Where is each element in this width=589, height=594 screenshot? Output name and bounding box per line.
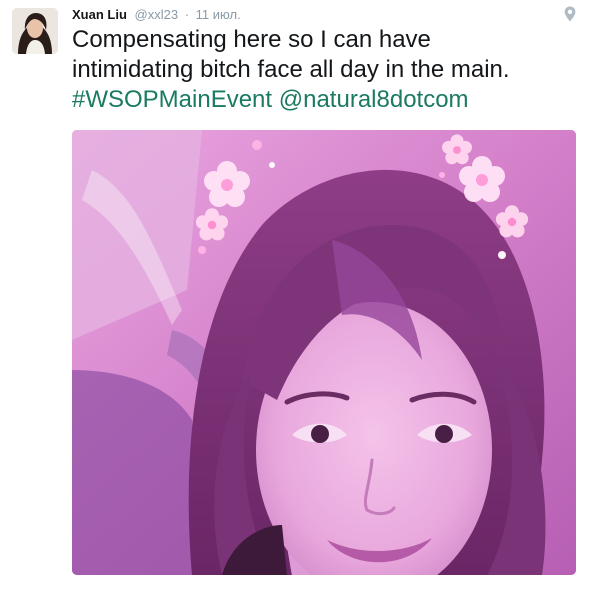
timestamp[interactable]: 11 июл.	[196, 7, 241, 22]
tweet-text-line-3: #WSOPMainEvent @natural8dotcom	[72, 85, 582, 115]
tweet-header: Xuan Liu @xxl23 · 11 июл.	[72, 6, 241, 24]
tweet-text-line-1: Compensating here so I can have	[72, 26, 431, 53]
tweet-text: Compensating here so I can have intimida…	[72, 25, 582, 115]
tweet-text-line-2: intimidating bitch face all day in the m…	[72, 56, 510, 83]
tweet: Xuan Liu @xxl23 · 11 июл. Compensating h…	[0, 0, 589, 594]
author-handle[interactable]: @xxl23	[135, 7, 179, 22]
author-name[interactable]: Xuan Liu	[72, 7, 127, 22]
tweet-photo[interactable]	[72, 130, 576, 575]
hashtag-link[interactable]: #WSOPMainEvent	[72, 86, 272, 113]
mention-link[interactable]: @natural8dotcom	[279, 86, 469, 113]
separator-dot: ·	[184, 7, 190, 22]
avatar[interactable]	[12, 8, 58, 54]
location-pin-icon[interactable]	[564, 6, 576, 22]
